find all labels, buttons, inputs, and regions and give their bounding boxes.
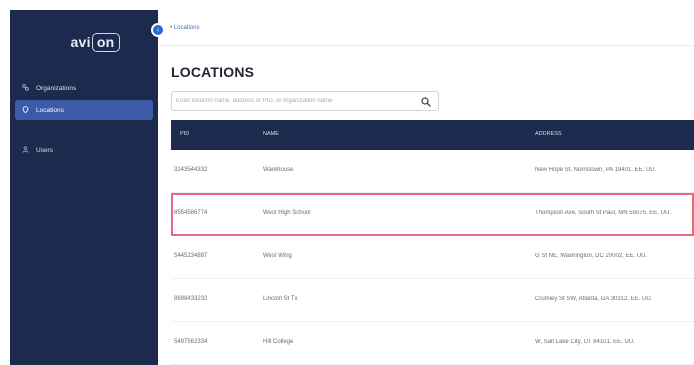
- logo-prefix: avi: [70, 34, 91, 50]
- cell-name: West Wing: [263, 253, 292, 259]
- sidebar-item-label: Locations: [36, 106, 64, 114]
- table-row[interactable]: 8698433232 Lincoln St Tx Crumley St SW, …: [171, 279, 694, 322]
- page-title: LOCATIONS: [171, 64, 255, 80]
- sidebar: avi on Organizations Locations Users: [10, 10, 158, 365]
- sidebar-item-organizations[interactable]: Organizations: [10, 78, 158, 98]
- cell-address: New Hope St, Norristown, PA 19401, EE. U…: [535, 167, 657, 173]
- brand-logo[interactable]: avi on: [66, 31, 124, 53]
- search-box: [171, 91, 439, 111]
- cell-address: W, Salt Lake City, UT 84101, EE. UU.: [535, 339, 635, 345]
- cell-pid: 8554586774: [174, 210, 208, 216]
- breadcrumb[interactable]: • Locations: [170, 25, 199, 31]
- cell-name: Lincoln St Tx: [263, 296, 298, 302]
- logo-boxed-text: on: [91, 32, 120, 52]
- cell-pid: 3243544332: [174, 167, 208, 173]
- cell-pid: 8698433232: [174, 296, 208, 302]
- cell-address: Thompson Ave, South St Paul, MN 55075, E…: [535, 210, 671, 216]
- table-row-highlighted[interactable]: 8554586774 West High School Thompson Ave…: [171, 193, 694, 236]
- chevron-left-icon: ‹: [156, 26, 160, 34]
- cell-pid: 5497562334: [174, 339, 208, 345]
- location-pin-icon: [22, 105, 34, 115]
- column-header-pid[interactable]: PID: [180, 131, 189, 137]
- cell-name: West High School: [263, 210, 311, 216]
- table-row[interactable]: 3243544332 Warehouse New Hope St, Norris…: [171, 150, 694, 193]
- sidebar-item-label: Users: [36, 146, 53, 154]
- table-row[interactable]: 5445234887 West Wing G St NE, Washington…: [171, 236, 694, 279]
- organizations-icon: [22, 83, 34, 93]
- column-header-name[interactable]: NAME: [263, 131, 279, 137]
- cell-name: Warehouse: [263, 167, 294, 173]
- table-row[interactable]: 5497562334 Hill College W, Salt Lake Cit…: [171, 322, 694, 365]
- sidebar-collapse-button[interactable]: ‹: [151, 23, 165, 37]
- column-header-address[interactable]: ADDRESS: [535, 131, 562, 137]
- cell-name: Hill College: [263, 339, 294, 345]
- table-header: PID NAME ADDRESS: [171, 120, 694, 150]
- search-icon[interactable]: [420, 95, 432, 107]
- locations-table: PID NAME ADDRESS 3243544332 Warehouse Ne…: [171, 120, 694, 365]
- sidebar-item-locations[interactable]: Locations: [15, 100, 153, 120]
- header-divider: [158, 45, 694, 46]
- cell-address: G St NE, Washington, DC 20002, EE. UU.: [535, 253, 648, 259]
- sidebar-item-users[interactable]: Users: [10, 140, 158, 160]
- cell-pid: 5445234887: [174, 253, 208, 259]
- app-window: avi on Organizations Locations Users ‹ •…: [0, 0, 694, 365]
- cell-address: Crumley St SW, Atlanta, GA 30312, EE. UU…: [535, 296, 653, 302]
- sidebar-item-label: Organizations: [36, 84, 77, 92]
- search-input[interactable]: [176, 95, 406, 107]
- users-icon: [22, 145, 34, 155]
